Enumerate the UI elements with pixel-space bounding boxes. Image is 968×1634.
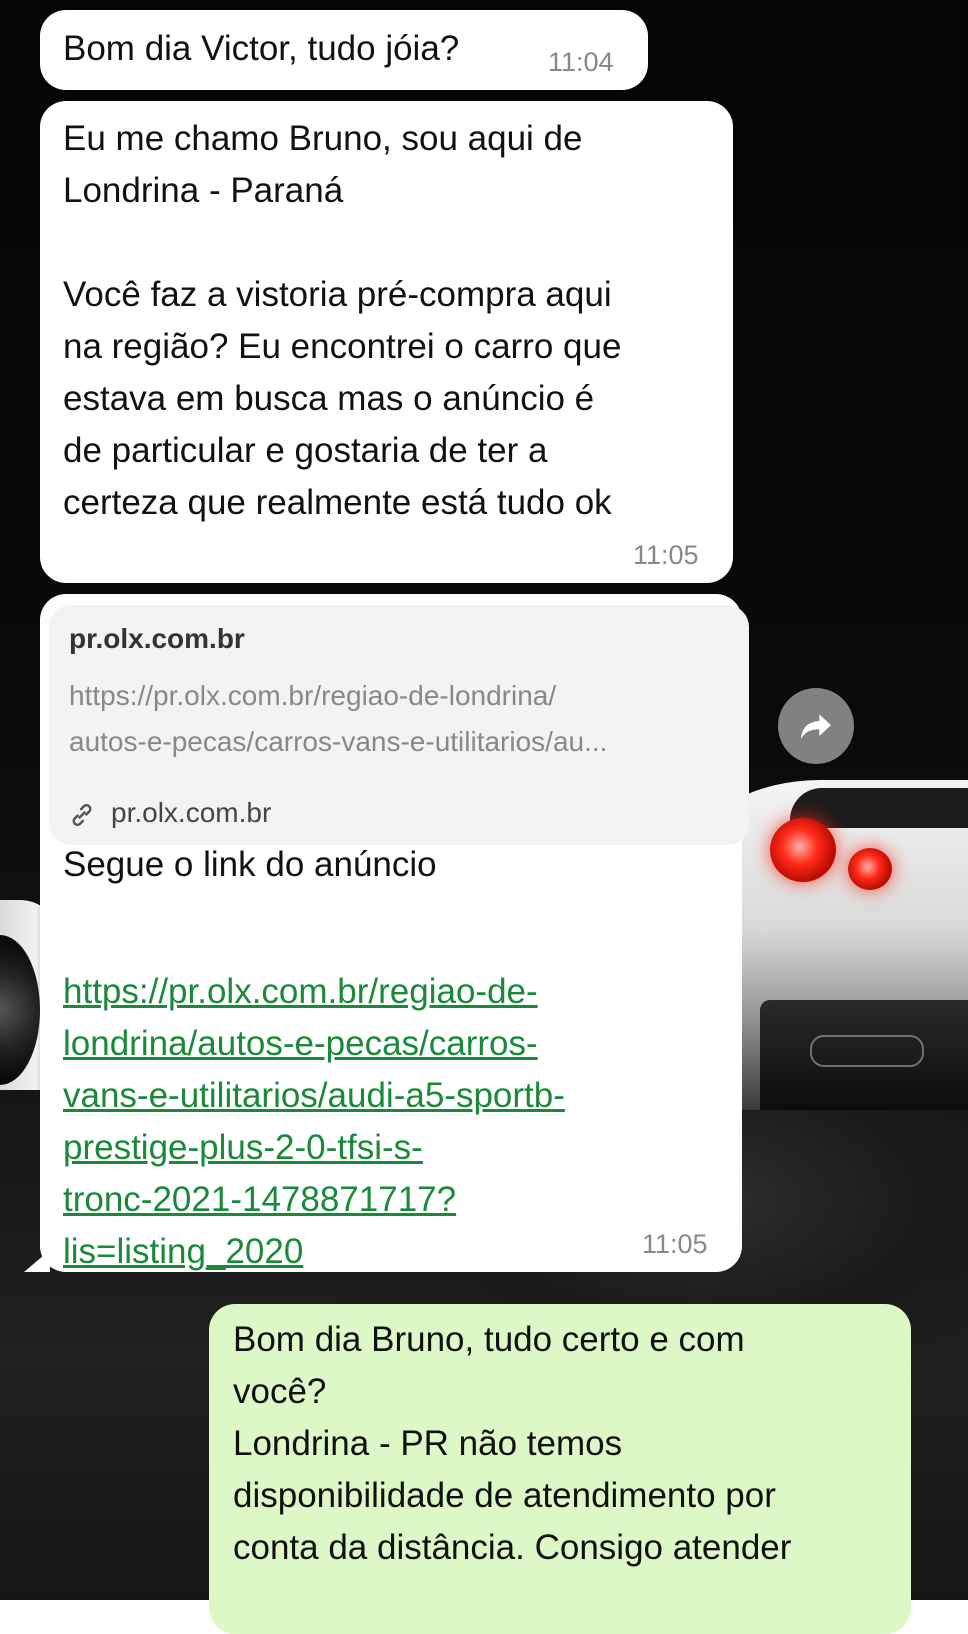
message-timestamp: 11:04 [548, 47, 614, 77]
link-preview-card[interactable]: pr.olx.com.br https://pr.olx.com.br/regi… [49, 605, 749, 845]
message-text: Segue o link do anúncio [63, 845, 437, 884]
wallpaper-car-badge [810, 1035, 924, 1067]
bubble-tail [24, 1250, 50, 1272]
link-preview-url: https://pr.olx.com.br/regiao-de-londrina… [69, 680, 608, 757]
message-text: Bom dia Bruno, tudo certo e com você? Lo… [233, 1320, 792, 1567]
outgoing-message-bubble[interactable]: Bom dia Bruno, tudo certo e com você? Lo… [209, 1304, 911, 1634]
message-text: Bom dia Victor, tudo jóia? [63, 29, 460, 68]
message-timestamp: 11:05 [642, 1229, 708, 1259]
message-link[interactable]: https://pr.olx.com.br/regiao-de- londrin… [63, 966, 565, 1278]
link-preview-domain: pr.olx.com.br [111, 797, 272, 828]
message-timestamp: 11:05 [633, 540, 699, 570]
incoming-message-bubble[interactable]: Bom dia Victor, tudo jóia? 11:04 [40, 10, 648, 90]
link-chain-icon [72, 804, 92, 826]
share-forward-button[interactable] [778, 688, 854, 764]
message-text: Eu me chamo Bruno, sou aqui de Londrina … [63, 119, 622, 522]
wallpaper-tail-light [770, 818, 836, 882]
wallpaper-tail-light [848, 848, 892, 890]
incoming-message-bubble[interactable]: Eu me chamo Bruno, sou aqui de Londrina … [40, 101, 733, 583]
link-preview-title: pr.olx.com.br [69, 623, 245, 654]
share-forward-icon [801, 714, 831, 740]
